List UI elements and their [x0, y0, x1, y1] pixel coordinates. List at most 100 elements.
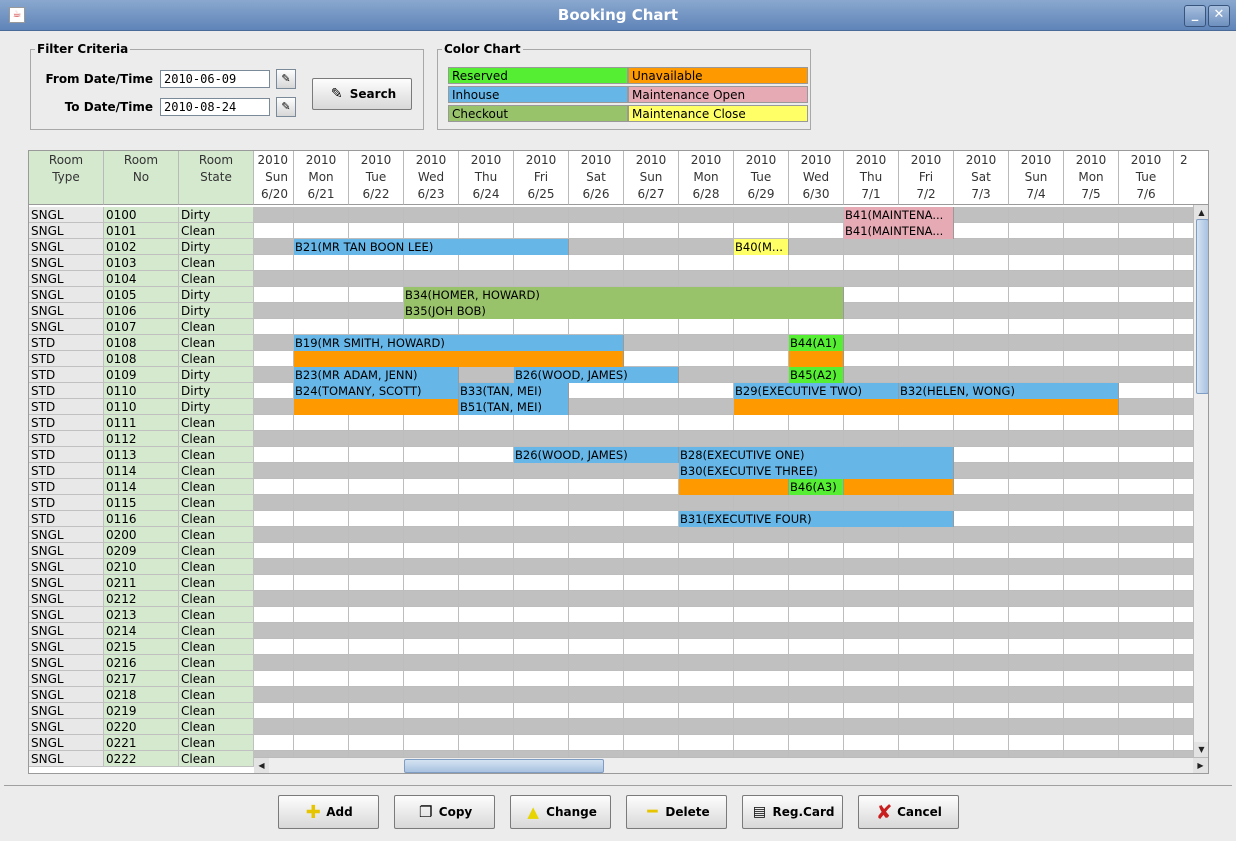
change-button[interactable]: ▲ Change: [510, 795, 611, 829]
booking-slot[interactable]: [1009, 319, 1064, 335]
booking-slot[interactable]: [954, 719, 1009, 735]
booking-slot[interactable]: [789, 591, 844, 607]
booking-slot[interactable]: [569, 559, 624, 575]
booking-slot[interactable]: [679, 671, 734, 687]
booking-slot[interactable]: [1064, 639, 1119, 655]
booking-slot[interactable]: [1009, 671, 1064, 687]
booking-bar[interactable]: [844, 479, 954, 495]
scroll-right-button[interactable]: ▶: [1193, 758, 1208, 773]
booking-bar[interactable]: B51(TAN, MEI): [459, 399, 569, 415]
booking-slot[interactable]: [514, 271, 569, 287]
booking-slot[interactable]: [514, 319, 569, 335]
booking-slot[interactable]: [734, 559, 789, 575]
booking-slot[interactable]: [514, 431, 569, 447]
booking-slot[interactable]: [404, 687, 459, 703]
booking-slot[interactable]: [954, 527, 1009, 543]
booking-slot[interactable]: [1119, 447, 1174, 463]
booking-slot[interactable]: [679, 687, 734, 703]
booking-slot[interactable]: [954, 351, 1009, 367]
booking-slot[interactable]: [1119, 255, 1174, 271]
booking-bar[interactable]: B34(HOMER, HOWARD): [404, 287, 844, 303]
booking-slot[interactable]: [1119, 207, 1174, 223]
booking-slot[interactable]: [789, 559, 844, 575]
booking-slot[interactable]: [954, 431, 1009, 447]
booking-slot[interactable]: [349, 287, 404, 303]
booking-slot[interactable]: [624, 319, 679, 335]
booking-slot[interactable]: [459, 447, 514, 463]
copy-button[interactable]: ❐ Copy: [394, 795, 495, 829]
booking-slot[interactable]: [404, 623, 459, 639]
booking-slot[interactable]: [789, 671, 844, 687]
booking-slot[interactable]: [789, 271, 844, 287]
vertical-scrollbar[interactable]: ▲ ▼: [1193, 205, 1208, 757]
booking-slot[interactable]: [899, 495, 954, 511]
booking-slot[interactable]: [349, 479, 404, 495]
booking-slot[interactable]: [624, 719, 679, 735]
booking-slot[interactable]: [844, 495, 899, 511]
booking-slot[interactable]: [899, 591, 954, 607]
booking-slot[interactable]: [459, 687, 514, 703]
booking-slot[interactable]: [1119, 687, 1174, 703]
booking-bar[interactable]: B41(MAINTENA...: [844, 207, 954, 223]
booking-slot[interactable]: [294, 703, 349, 719]
booking-slot[interactable]: [789, 495, 844, 511]
booking-slot[interactable]: [1009, 367, 1064, 383]
booking-slot[interactable]: [349, 623, 404, 639]
booking-slot[interactable]: [459, 671, 514, 687]
booking-slot[interactable]: [954, 255, 1009, 271]
booking-slot[interactable]: [734, 319, 789, 335]
booking-slot[interactable]: [254, 671, 294, 687]
booking-slot[interactable]: [254, 623, 294, 639]
booking-slot[interactable]: [294, 559, 349, 575]
booking-slot[interactable]: [459, 543, 514, 559]
booking-slot[interactable]: [844, 319, 899, 335]
booking-slot[interactable]: [954, 655, 1009, 671]
booking-slot[interactable]: [679, 415, 734, 431]
booking-slot[interactable]: [404, 415, 459, 431]
booking-slot[interactable]: [844, 543, 899, 559]
booking-slot[interactable]: [624, 511, 679, 527]
booking-slot[interactable]: [404, 719, 459, 735]
booking-slot[interactable]: [624, 735, 679, 751]
booking-bar[interactable]: B32(HELEN, WONG): [899, 383, 1119, 399]
minimize-button[interactable]: _: [1184, 5, 1206, 27]
booking-slot[interactable]: [514, 735, 569, 751]
booking-slot[interactable]: [789, 239, 844, 255]
booking-slot[interactable]: [404, 463, 459, 479]
booking-slot[interactable]: [459, 255, 514, 271]
booking-slot[interactable]: [254, 527, 294, 543]
booking-slot[interactable]: [1064, 239, 1119, 255]
booking-slot[interactable]: [1119, 399, 1174, 415]
booking-slot[interactable]: [844, 719, 899, 735]
booking-slot[interactable]: [514, 703, 569, 719]
booking-slot[interactable]: [1064, 351, 1119, 367]
booking-slot[interactable]: [624, 655, 679, 671]
booking-slot[interactable]: [1119, 271, 1174, 287]
booking-slot[interactable]: [1119, 319, 1174, 335]
booking-slot[interactable]: [624, 335, 679, 351]
booking-slot[interactable]: [1009, 687, 1064, 703]
booking-slot[interactable]: [1064, 511, 1119, 527]
booking-slot[interactable]: [254, 223, 294, 239]
booking-slot[interactable]: [789, 207, 844, 223]
booking-slot[interactable]: [569, 607, 624, 623]
booking-slot[interactable]: [254, 607, 294, 623]
booking-slot[interactable]: [734, 607, 789, 623]
booking-slot[interactable]: [1064, 527, 1119, 543]
booking-slot[interactable]: [459, 463, 514, 479]
booking-slot[interactable]: [404, 703, 459, 719]
scroll-down-button[interactable]: ▼: [1194, 742, 1208, 757]
booking-slot[interactable]: [294, 495, 349, 511]
booking-slot[interactable]: [349, 559, 404, 575]
booking-slot[interactable]: [954, 591, 1009, 607]
booking-slot[interactable]: [789, 623, 844, 639]
booking-bar[interactable]: [734, 399, 1119, 415]
booking-slot[interactable]: [679, 367, 734, 383]
booking-slot[interactable]: [514, 255, 569, 271]
booking-slot[interactable]: [459, 479, 514, 495]
booking-bar[interactable]: [294, 399, 459, 415]
booking-slot[interactable]: [254, 575, 294, 591]
booking-slot[interactable]: [1064, 623, 1119, 639]
booking-slot[interactable]: [1119, 463, 1174, 479]
booking-slot[interactable]: [569, 687, 624, 703]
